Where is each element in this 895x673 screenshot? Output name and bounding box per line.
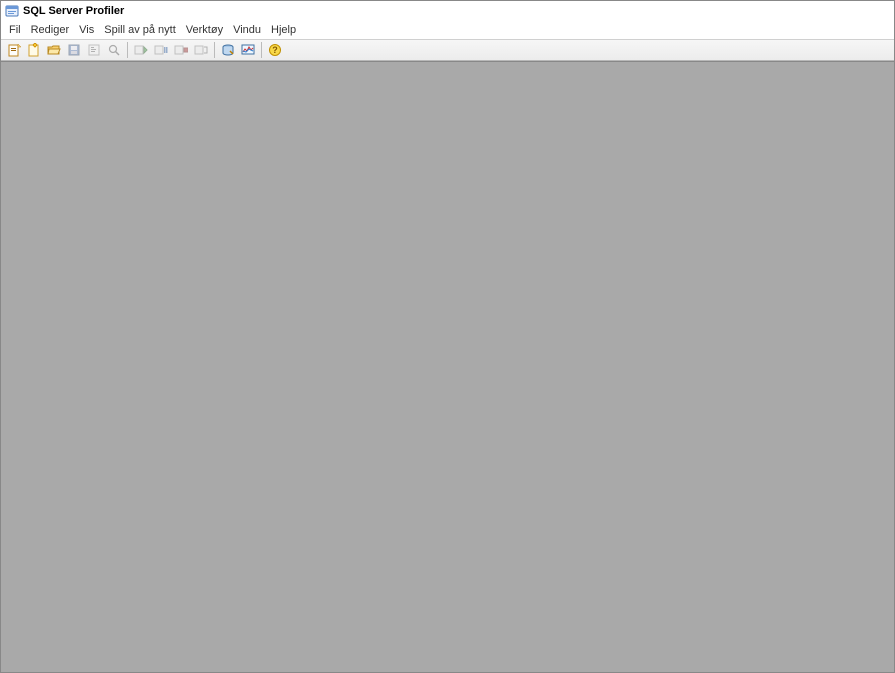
menubar: Fil Rediger Vis Spill av på nytt Verktøy… [1, 21, 894, 39]
new-template-icon [27, 43, 41, 57]
menu-help[interactable]: Hjelp [267, 23, 300, 37]
menu-window[interactable]: Vindu [229, 23, 265, 37]
database-tuning-icon [221, 43, 235, 57]
find-button [105, 41, 123, 59]
mdi-client-area [1, 61, 894, 672]
database-tuning-button[interactable] [219, 41, 237, 59]
run-trace-button [132, 41, 150, 59]
toolbar-separator [214, 42, 215, 58]
menu-tools[interactable]: Verktøy [182, 23, 227, 37]
app-window: SQL Server Profiler Fil Rediger Vis Spil… [1, 1, 894, 672]
open-button[interactable] [45, 41, 63, 59]
open-folder-icon [47, 43, 61, 57]
find-icon [107, 43, 121, 57]
pause-trace-icon [154, 43, 168, 57]
clear-trace-button [192, 41, 210, 59]
menu-file[interactable]: Fil [5, 23, 25, 37]
window-title: SQL Server Profiler [23, 5, 124, 17]
new-trace-button[interactable] [5, 41, 23, 59]
menu-replay[interactable]: Spill av på nytt [100, 23, 180, 37]
stop-trace-button [172, 41, 190, 59]
perf-monitor-button[interactable] [239, 41, 257, 59]
help-icon: ? [268, 43, 282, 57]
stop-trace-icon [174, 43, 188, 57]
perf-monitor-icon [241, 43, 255, 57]
new-trace-icon [7, 43, 21, 57]
new-template-button[interactable] [25, 41, 43, 59]
app-icon [5, 4, 19, 18]
toolbar: ? [1, 39, 894, 61]
save-icon [67, 43, 81, 57]
run-trace-icon [134, 43, 148, 57]
help-button[interactable]: ? [266, 41, 284, 59]
save-button [65, 41, 83, 59]
properties-button [85, 41, 103, 59]
toolbar-separator [127, 42, 128, 58]
menu-view[interactable]: Vis [75, 23, 98, 37]
svg-text:?: ? [272, 45, 278, 55]
titlebar: SQL Server Profiler [1, 1, 894, 21]
toolbar-separator [261, 42, 262, 58]
pause-trace-button [152, 41, 170, 59]
properties-icon [87, 43, 101, 57]
templates-icon [194, 43, 208, 57]
menu-edit[interactable]: Rediger [27, 23, 74, 37]
